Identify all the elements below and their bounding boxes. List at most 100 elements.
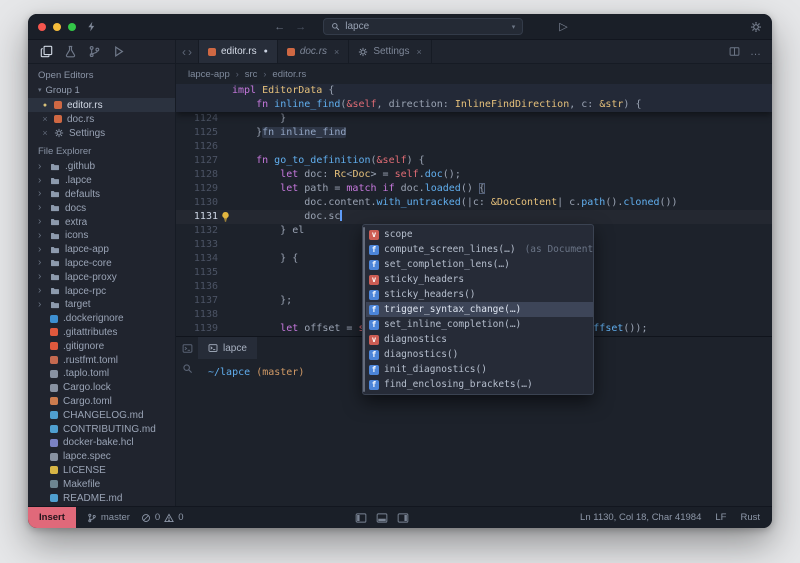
folder-item[interactable]: › docs (28, 201, 175, 215)
code-line[interactable]: 1126 (176, 140, 772, 154)
command-palette-search[interactable]: lapce ▾ (323, 18, 524, 35)
open-editors-header[interactable]: Open Editors (28, 68, 175, 84)
breadcrumb-item[interactable]: src (245, 69, 258, 80)
file-item[interactable]: .rustfmt.toml (28, 353, 175, 367)
folder-item[interactable]: › .github (28, 160, 175, 174)
completion-item[interactable]: v scope (366, 227, 593, 242)
code-line[interactable]: 1128 let doc: Rc<Doc> = self.doc(); (176, 168, 772, 182)
folder-item[interactable]: › lapce-core (28, 257, 175, 271)
folder-item[interactable]: › defaults (28, 188, 175, 202)
breadcrumb-item[interactable]: editor.rs (272, 69, 306, 80)
settings-gear-icon[interactable] (750, 21, 762, 33)
file-item[interactable]: .gitignore (28, 339, 175, 353)
file-item[interactable]: CHANGELOG.md (28, 408, 175, 422)
toggle-left-panel-icon[interactable] (355, 513, 367, 523)
editor-tab[interactable]: Settings × (349, 40, 432, 63)
file-item[interactable]: .gitattributes (28, 326, 175, 340)
code-line[interactable]: 1131 doc.sc (176, 210, 772, 224)
completion-item[interactable]: f set_completion_lens(…) (366, 257, 593, 272)
folder-item[interactable]: › target (28, 298, 175, 312)
code-line[interactable]: 1129 let path = match if doc.loaded() { (176, 182, 772, 196)
folder-icon (50, 162, 60, 172)
completion-item[interactable]: f find_enclosing_brackets(…) (366, 377, 593, 392)
cursor-position[interactable]: Ln 1130, Col 18, Char 41984 (580, 512, 701, 523)
close-icon[interactable]: × (41, 128, 49, 138)
minimize-window-button[interactable] (53, 22, 61, 31)
tabs-back-button[interactable]: ‹ (182, 45, 186, 59)
file-item[interactable]: lapce.spec (28, 450, 175, 464)
folder-item[interactable]: › icons (28, 229, 175, 243)
tabs-forward-button[interactable]: › (188, 45, 192, 59)
folder-item[interactable]: › lapce-app (28, 243, 175, 257)
toggle-bottom-panel-icon[interactable] (376, 513, 388, 523)
completion-item[interactable]: v sticky_headers (366, 272, 593, 287)
toggle-right-panel-icon[interactable] (397, 513, 409, 523)
terminal-tab[interactable]: lapce (198, 337, 257, 359)
file-item[interactable]: Cargo.lock (28, 381, 175, 395)
completion-item[interactable]: f diagnostics() (366, 347, 593, 362)
completion-item[interactable]: f compute_screen_lines(…) (as Document) (366, 242, 593, 257)
folder-item[interactable]: › .lapce (28, 174, 175, 188)
code-line[interactable]: 1127 fn go_to_definition(&self) { (176, 154, 772, 168)
code-line[interactable]: fn inline_find(&self, direction: InlineF… (176, 98, 772, 112)
file-item[interactable]: README.md (28, 491, 175, 505)
file-item[interactable]: CONTRIBUTING.md (28, 422, 175, 436)
file-explorer-header[interactable]: File Explorer (28, 144, 175, 160)
source-control-icon[interactable] (88, 45, 101, 58)
close-icon[interactable]: × (334, 47, 339, 57)
modified-dot[interactable]: ● (264, 48, 268, 55)
code-line[interactable]: 1125 }fn inline_find (176, 126, 772, 140)
panel-search-icon[interactable] (182, 363, 193, 374)
problems-indicator[interactable]: 0 0 (141, 512, 184, 523)
line-ending[interactable]: LF (715, 512, 726, 523)
code-action-bulb-icon[interactable] (220, 211, 231, 222)
mode-indicator[interactable]: Insert (28, 506, 76, 528)
editor-tab[interactable]: editor.rs ● (198, 40, 278, 63)
open-editor-item[interactable]: ● editor.rs (28, 98, 175, 112)
completion-item[interactable]: v diagnostics (366, 332, 593, 347)
plugin-icon[interactable] (64, 45, 77, 58)
code-line[interactable]: 1124 } (176, 112, 772, 126)
split-editor-icon[interactable] (729, 46, 740, 57)
file-item[interactable]: Cargo.toml (28, 395, 175, 409)
file-item[interactable]: .taplo.toml (28, 367, 175, 381)
debug-icon[interactable] (112, 45, 125, 58)
language-mode[interactable]: Rust (740, 512, 760, 523)
file-icon (50, 452, 58, 461)
editor-tab[interactable]: doc.rs × (278, 40, 350, 63)
open-editor-item[interactable]: × doc.rs (28, 112, 175, 126)
panel-terminal-icon[interactable] (182, 343, 193, 354)
completion-scrollbar[interactable] (363, 227, 365, 392)
folder-item[interactable]: › extra (28, 215, 175, 229)
close-icon[interactable]: × (416, 47, 421, 57)
bolt-icon[interactable] (86, 21, 97, 32)
more-actions-icon[interactable]: … (750, 46, 762, 58)
completion-item[interactable]: f trigger_syntax_change(…) (366, 302, 593, 317)
branch-indicator[interactable]: master (87, 512, 130, 523)
function-kind-icon: f (369, 364, 379, 375)
file-explorer-icon[interactable] (40, 45, 53, 58)
breadcrumb-item[interactable]: lapce-app (188, 69, 230, 80)
open-editor-item[interactable]: × Settings (28, 126, 175, 140)
file-item[interactable]: .dockerignore (28, 312, 175, 326)
modified-dot[interactable]: ● (41, 102, 49, 109)
file-item[interactable]: LICENSE (28, 464, 175, 478)
zoom-window-button[interactable] (68, 22, 76, 31)
completion-item[interactable]: f set_inline_completion(…) (366, 317, 593, 332)
folder-item[interactable]: › lapce-proxy (28, 270, 175, 284)
editor-group-row[interactable]: ▾ Group 1 (28, 84, 175, 98)
code-line[interactable]: 1130 doc.content.with_untracked(|c: &Doc… (176, 196, 772, 210)
run-button[interactable]: ▷ (559, 20, 567, 33)
completion-item[interactable]: f sticky_headers() (366, 287, 593, 302)
history-back-button[interactable]: ← (269, 21, 290, 33)
file-item[interactable]: docker-bake.hcl (28, 436, 175, 450)
activity-bar (28, 40, 175, 64)
file-item[interactable]: Makefile (28, 477, 175, 491)
completion-item[interactable]: f init_diagnostics() (366, 362, 593, 377)
close-icon[interactable]: × (41, 114, 49, 124)
code-line[interactable]: impl EditorData { (176, 84, 772, 98)
terminal-icon (208, 343, 218, 353)
history-forward-button[interactable]: → (290, 21, 311, 33)
close-window-button[interactable] (38, 22, 46, 31)
folder-item[interactable]: › lapce-rpc (28, 284, 175, 298)
